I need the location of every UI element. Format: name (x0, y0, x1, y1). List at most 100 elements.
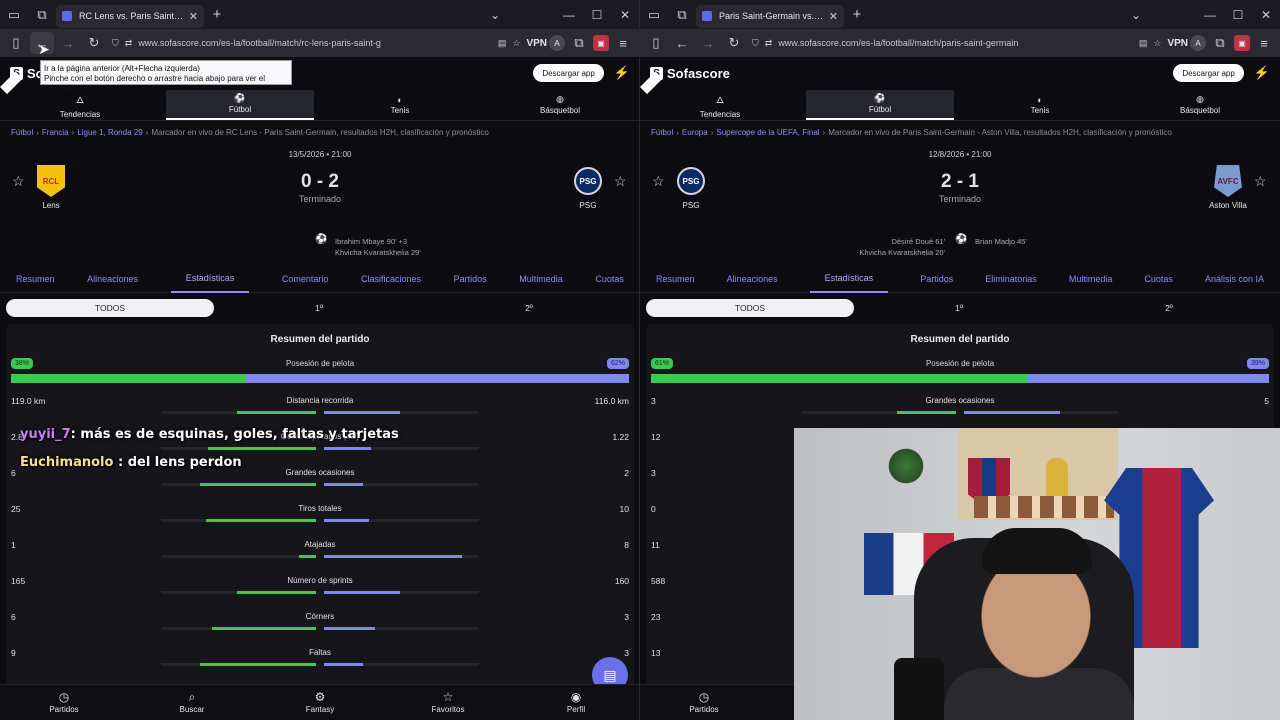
menu-icon[interactable]: ≡ (611, 32, 635, 54)
chevron-down-icon[interactable]: ⌄ (481, 0, 509, 29)
sport-tab-tendencias[interactable]: 🜂 Tendencias (6, 90, 154, 120)
tab-list-icon[interactable]: ⧉ (28, 0, 56, 29)
nav-partidos[interactable]: ◷ Partidos (24, 685, 104, 720)
close-tab-icon[interactable]: ✕ (829, 10, 838, 23)
sport-tab-futbol[interactable]: ⚽ Fútbol (806, 89, 954, 120)
bolt-icon[interactable]: ⚡ (1254, 65, 1270, 81)
sport-tab-futbol[interactable]: ⚽ Fútbol (166, 89, 314, 120)
browser-tab[interactable]: Paris Saint-Germain vs. Aston V ✕ (696, 4, 844, 28)
account-icon[interactable]: A (1190, 35, 1206, 51)
close-window-icon[interactable]: ✕ (1252, 0, 1280, 29)
tab-alineaciones[interactable]: Alineaciones (727, 265, 778, 293)
download-app-button[interactable]: Descargar app (533, 64, 604, 82)
possession-row: 61% Posesión de pelota 39% (646, 354, 1274, 383)
tab-eliminatorias[interactable]: Eliminatorias (985, 265, 1037, 293)
sidebar-toggle-icon[interactable]: ▯ (4, 32, 28, 54)
chevron-down-icon[interactable]: ⌄ (1122, 0, 1150, 29)
tab-resumen[interactable]: Resumen (16, 265, 55, 293)
sport-tab-basquetbol[interactable]: ◍ Básquetbol (1126, 90, 1274, 120)
tab-estadisticas[interactable]: Estadísticas (170, 265, 250, 293)
bolt-icon[interactable]: ⚡ (614, 65, 630, 81)
menu-icon[interactable]: ≡ (1252, 32, 1276, 54)
sidebar-icon[interactable]: ▭ (0, 0, 28, 29)
account-icon[interactable]: A (549, 35, 565, 51)
breadcrumb-link[interactable]: Europa (682, 128, 708, 137)
nav-favoritos[interactable]: ☆ Favoritos (408, 685, 488, 720)
tab-comentario[interactable]: Comentario (282, 265, 329, 293)
stat-row: 119.0 km Distancia recorrida 116.0 km (6, 388, 634, 424)
sport-tab-tenis[interactable]: ◐ Tenis (966, 90, 1114, 120)
reader-icon[interactable]: ▤ (1139, 38, 1148, 49)
tab-multimedia[interactable]: Multimedia (1069, 265, 1113, 293)
tab-estadisticas[interactable]: Estadísticas (809, 265, 889, 293)
scorer: Khvicha Kvaratskhelia 29' (335, 248, 421, 257)
sport-tab-tenis[interactable]: ◐ Tenis (326, 90, 474, 120)
search-icon: ⌕ (188, 690, 196, 704)
maximize-icon[interactable]: ☐ (1224, 0, 1252, 29)
period-first[interactable]: 1º (214, 299, 424, 317)
nav-fantasy[interactable]: ⚙ Fantasy (280, 685, 360, 720)
close-tab-icon[interactable]: ✕ (189, 10, 198, 23)
tab-clasificaciones[interactable]: Clasificaciones (361, 265, 421, 293)
period-todos[interactable]: TODOS (6, 299, 214, 317)
stat-away-fill (324, 519, 369, 522)
away-team[interactable]: PSG PSG (558, 165, 618, 210)
period-second[interactable]: 2º (424, 299, 634, 317)
aston-villa-badge-icon: AVFC (1214, 165, 1242, 197)
possession-bar (11, 374, 629, 383)
address-bar[interactable]: ⛉ ⇄ www.sofascore.com/es-la/football/mat… (748, 32, 1165, 54)
sport-tab-basquetbol[interactable]: ◍ Básquetbol (486, 90, 634, 120)
away-team[interactable]: AVFC Aston Villa (1198, 165, 1258, 210)
breadcrumb-link[interactable]: Fútbol (11, 128, 33, 137)
extension-badge-icon[interactable]: ▣ (593, 35, 609, 51)
nav-label: Fantasy (305, 705, 335, 714)
back-icon[interactable]: ← (670, 32, 694, 54)
sidebar-toggle-icon[interactable]: ▯ (644, 32, 668, 54)
tab-multimedia[interactable]: Multimedia (519, 265, 563, 293)
tab-cuotas[interactable]: Cuotas (1144, 265, 1173, 293)
sidebar-icon[interactable]: ▭ (640, 0, 668, 29)
forward-icon[interactable]: → (56, 32, 80, 54)
minimize-icon[interactable]: — (1196, 0, 1224, 29)
breadcrumb-link[interactable]: Fútbol (651, 128, 673, 137)
download-app-button[interactable]: Descargar app (1173, 64, 1244, 82)
period-second[interactable]: 2º (1064, 299, 1274, 317)
tab-partidos[interactable]: Partidos (920, 265, 953, 293)
bookmark-star-icon[interactable]: ☆ (512, 38, 520, 49)
new-tab-icon[interactable]: + (204, 6, 230, 23)
nav-partidos[interactable]: ◷ Partidos (664, 685, 744, 720)
tab-alineaciones[interactable]: Alineaciones (87, 265, 138, 293)
period-first[interactable]: 1º (854, 299, 1064, 317)
breadcrumb-link[interactable]: Ligue 1, Ronda 29 (77, 128, 142, 137)
bookmark-star-icon[interactable]: ☆ (1153, 38, 1161, 49)
breadcrumb-link[interactable]: Supercope de la UEFA, Final (716, 128, 819, 137)
vpn-button[interactable]: VPN (526, 38, 547, 49)
breadcrumb-link[interactable]: Francia (42, 128, 69, 137)
stat-home-fill (212, 627, 316, 630)
favorite-star-icon[interactable]: ☆ (614, 173, 627, 190)
address-bar[interactable]: ⛉ ⇄ www.sofascore.com/es-la/football/mat… (108, 32, 524, 54)
nav-buscar[interactable]: ⌕ Buscar (152, 685, 232, 720)
new-tab-icon[interactable]: + (844, 6, 870, 23)
sport-tab-tendencias[interactable]: 🜂 Tendencias (646, 90, 794, 120)
close-window-icon[interactable]: ✕ (611, 0, 639, 29)
tab-partidos[interactable]: Partidos (454, 265, 487, 293)
maximize-icon[interactable]: ☐ (583, 0, 611, 29)
browser-tab[interactable]: RC Lens vs. Paris Saint-Germain ✕ (56, 4, 204, 28)
extensions-icon[interactable]: ⧉ (1208, 32, 1232, 54)
period-todos[interactable]: TODOS (646, 299, 854, 317)
favorite-star-icon[interactable]: ☆ (1254, 173, 1267, 190)
nav-perfil[interactable]: ◉ Perfil (536, 685, 616, 720)
tab-analisis-ia[interactable]: Análisis con IA (1205, 265, 1264, 293)
minimize-icon[interactable]: — (555, 0, 583, 29)
extension-badge-icon[interactable]: ▣ (1234, 35, 1250, 51)
tab-cuotas[interactable]: Cuotas (595, 265, 624, 293)
forward-icon[interactable]: → (696, 32, 720, 54)
vpn-button[interactable]: VPN (1167, 38, 1188, 49)
tab-resumen[interactable]: Resumen (656, 265, 695, 293)
tab-list-icon[interactable]: ⧉ (668, 0, 696, 29)
reload-icon[interactable]: ↻ (722, 32, 746, 54)
reader-icon[interactable]: ▤ (498, 38, 507, 49)
extensions-icon[interactable]: ⧉ (567, 32, 591, 54)
reload-icon[interactable]: ↻ (82, 32, 106, 54)
